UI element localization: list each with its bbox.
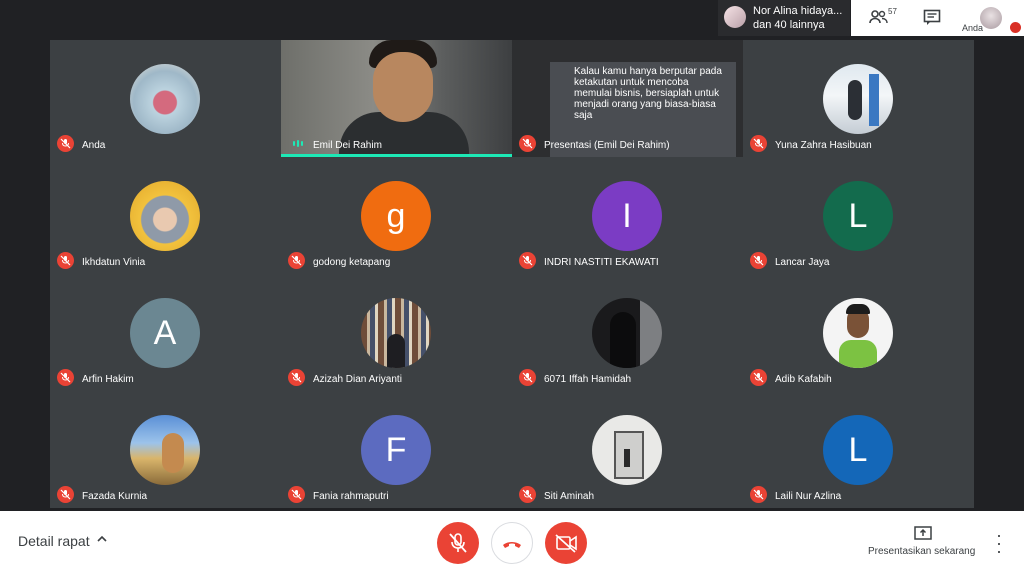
- participant-name: Lancar Jaya: [775, 257, 830, 268]
- avatar: [130, 181, 200, 251]
- participant-name: Adib Kafabih: [775, 374, 832, 385]
- avatar: A: [130, 298, 200, 368]
- speaking-icon: [288, 135, 305, 152]
- participant-tile[interactable]: Siti Aminah: [512, 391, 743, 508]
- participant-tile[interactable]: Azizah Dian Ariyanti: [281, 274, 512, 391]
- participant-tile[interactable]: Adib Kafabih: [743, 274, 974, 391]
- avatar: I: [592, 181, 662, 251]
- mic-off-icon: [519, 369, 536, 386]
- avatar: [592, 298, 662, 368]
- mic-off-icon: [57, 369, 74, 386]
- participant-name: Yuna Zahra Hasibuan: [775, 140, 872, 151]
- mic-off-icon: [288, 369, 305, 386]
- top-right-panel: 57 Anda: [851, 0, 1024, 36]
- participant-name: Emil Dei Rahim: [313, 140, 382, 151]
- present-label: Presentasikan sekarang: [868, 546, 976, 557]
- avatar: [592, 415, 662, 485]
- chevron-up-icon[interactable]: [96, 533, 108, 548]
- self-avatar[interactable]: [980, 7, 1002, 29]
- people-count: 57: [888, 7, 897, 16]
- participant-tile[interactable]: Ikhdatun Vinia: [50, 157, 281, 274]
- avatar: F: [361, 415, 431, 485]
- avatar: [130, 415, 200, 485]
- participant-tile[interactable]: I INDRI NASTITI EKAWATI: [512, 157, 743, 274]
- top-bar: Nor Alina hidaya... dan 40 lainnya 57 An…: [0, 0, 1024, 40]
- hangup-button[interactable]: [491, 522, 533, 564]
- present-now-button[interactable]: Presentasikan sekarang: [868, 523, 978, 563]
- participant-tile[interactable]: Emil Dei Rahim: [281, 40, 512, 157]
- notification-line2: dan 40 lainnya: [753, 19, 825, 31]
- participant-name: Azizah Dian Ariyanti: [313, 374, 402, 385]
- camera-toggle-button[interactable]: [545, 522, 587, 564]
- participant-name: Fazada Kurnia: [82, 491, 148, 502]
- mic-off-icon: [750, 486, 767, 503]
- mic-off-icon: [750, 369, 767, 386]
- participant-name: Ikhdatun Vinia: [82, 257, 146, 268]
- mic-off-icon: [750, 135, 767, 152]
- participant-tile[interactable]: 6071 Iffah Hamidah: [512, 274, 743, 391]
- notification-line1: Nor Alina hidaya...: [753, 5, 843, 17]
- mic-off-icon: [750, 252, 767, 269]
- mic-off-icon: [519, 252, 536, 269]
- participant-name: 6071 Iffah Hamidah: [544, 374, 632, 385]
- mic-off-icon: [57, 486, 74, 503]
- participant-tile[interactable]: L Laili Nur Azlina: [743, 391, 974, 508]
- participant-name: godong ketapang: [313, 257, 391, 268]
- self-label: Anda: [962, 23, 984, 33]
- participant-tile[interactable]: Yuna Zahra Hasibuan: [743, 40, 974, 157]
- participant-name: Laili Nur Azlina: [775, 491, 842, 502]
- notification-avatar: [724, 6, 746, 28]
- mic-off-icon: [57, 135, 74, 152]
- chat-icon[interactable]: [923, 9, 941, 32]
- participant-grid: Anda Emil Dei Rahim Kalau kamu hanya ber…: [50, 40, 975, 508]
- present-icon: [914, 525, 932, 546]
- mic-off-icon: [288, 486, 305, 503]
- participant-tile[interactable]: Anda: [50, 40, 281, 157]
- mic-toggle-button[interactable]: [437, 522, 479, 564]
- avatar: [823, 64, 893, 134]
- mic-off-icon: [519, 486, 536, 503]
- participant-tile[interactable]: Fazada Kurnia: [50, 391, 281, 508]
- participant-name: Arfin Hakim: [82, 374, 134, 385]
- presentation-tile[interactable]: Kalau kamu hanya berputar pada ketakutan…: [512, 40, 743, 157]
- more-icon[interactable]: · · ·: [996, 526, 1002, 560]
- mic-off-icon: [57, 252, 74, 269]
- participant-tile[interactable]: L Lancar Jaya: [743, 157, 974, 274]
- participant-tile[interactable]: F Fania rahmaputri: [281, 391, 512, 508]
- mic-off-icon: [519, 135, 536, 152]
- bottom-toolbar: Detail rapat Presentasikan sekarang · · ·: [0, 511, 1024, 575]
- participant-name: Presentasi (Emil Dei Rahim): [544, 140, 670, 151]
- avatar: [361, 298, 431, 368]
- avatar: L: [823, 181, 893, 251]
- avatar: [823, 298, 893, 368]
- participant-name: Anda: [82, 140, 106, 151]
- participant-name: INDRI NASTITI EKAWATI: [544, 257, 659, 268]
- avatar: g: [361, 181, 431, 251]
- participant-name: Siti Aminah: [544, 491, 595, 502]
- mic-off-icon: [288, 252, 305, 269]
- avatar: [130, 64, 200, 134]
- participant-tile[interactable]: A Arfin Hakim: [50, 274, 281, 391]
- avatar: L: [823, 415, 893, 485]
- meeting-details-button[interactable]: Detail rapat: [18, 533, 90, 549]
- participant-name: Fania rahmaputri: [313, 491, 389, 502]
- join-notification[interactable]: Nor Alina hidaya... dan 40 lainnya: [718, 0, 850, 36]
- participant-tile[interactable]: g godong ketapang: [281, 157, 512, 274]
- mic-off-icon: [1010, 22, 1021, 33]
